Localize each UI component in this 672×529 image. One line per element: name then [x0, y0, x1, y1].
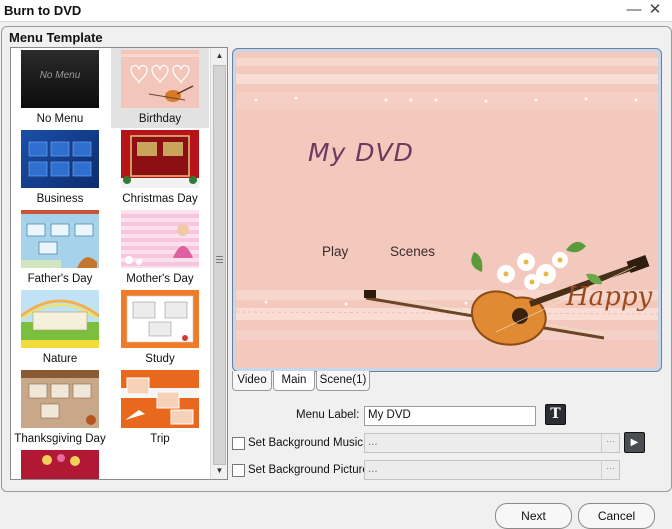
- template-label: Trip: [150, 433, 170, 445]
- template-label: Business: [36, 193, 84, 205]
- template-thumb-nature: [21, 290, 99, 348]
- preview-scenes-button[interactable]: Scenes: [390, 244, 435, 259]
- menu-template-title: Menu Template: [9, 30, 103, 45]
- template-thumb-no-menu: No Menu: [21, 50, 99, 108]
- bg-picture-label: Set Background Picture: [248, 464, 369, 476]
- scrollbar-grip-icon: [216, 256, 223, 263]
- template-thumb-thanksgiving: [21, 370, 99, 428]
- template-thumb-mothers-day: [121, 210, 199, 268]
- template-label: Thanksgiving Day: [14, 433, 106, 445]
- template-thumb-partial: [21, 450, 99, 479]
- template-nature[interactable]: Nature: [11, 288, 109, 368]
- template-list: No Menu No Menu Birthday Business Christ…: [10, 47, 228, 480]
- template-study[interactable]: Study: [111, 288, 209, 368]
- template-next-partial[interactable]: [11, 448, 109, 479]
- menu-label-input[interactable]: My DVD: [364, 406, 536, 426]
- template-label: Mother's Day: [126, 273, 194, 285]
- scrollbar-thumb[interactable]: [213, 65, 226, 465]
- tab-scene[interactable]: Scene(1): [316, 371, 370, 391]
- title-bar: Burn to DVD — ✕: [0, 0, 672, 22]
- preview-happy-text: Happy: [566, 282, 653, 312]
- tab-video[interactable]: Video: [232, 371, 272, 391]
- preview-background-art: [236, 52, 658, 368]
- template-label: Birthday: [138, 113, 182, 125]
- next-button[interactable]: Next: [495, 503, 572, 529]
- template-label: Nature: [42, 353, 78, 365]
- template-label: Study: [145, 353, 175, 365]
- template-thumb-fathers-day: [21, 210, 99, 268]
- bg-picture-path-input[interactable]: ... ···: [364, 460, 620, 480]
- template-thumb-business: [21, 130, 99, 188]
- bg-picture-browse-button[interactable]: ···: [601, 461, 619, 479]
- template-birthday[interactable]: Birthday: [111, 48, 209, 128]
- bg-music-browse-button[interactable]: ···: [601, 434, 619, 452]
- minimize-button[interactable]: —: [624, 1, 644, 19]
- template-label: Father's Day: [27, 273, 93, 285]
- template-no-menu[interactable]: No Menu No Menu: [11, 48, 109, 128]
- scroll-down-arrow-icon[interactable]: ▼: [211, 463, 228, 479]
- template-list-scrollbar[interactable]: ▲ ▼: [210, 48, 227, 479]
- preview-menu-title[interactable]: My DVD: [308, 138, 414, 167]
- bg-music-path-input[interactable]: ... ···: [364, 433, 620, 453]
- template-label: Christmas Day: [122, 193, 198, 205]
- template-thanksgiving-day[interactable]: Thanksgiving Day: [11, 368, 109, 448]
- no-menu-thumb-text: No Menu: [39, 70, 81, 81]
- template-thumb-birthday: [121, 50, 199, 108]
- template-christmas-day[interactable]: Christmas Day: [111, 128, 209, 208]
- template-thumb-christmas: [121, 130, 199, 188]
- template-business[interactable]: Business: [11, 128, 109, 208]
- cancel-button[interactable]: Cancel: [578, 503, 655, 529]
- bg-picture-checkbox[interactable]: [232, 464, 245, 477]
- template-thumb-trip: [121, 370, 199, 428]
- menu-label-caption: Menu Label:: [296, 409, 360, 421]
- window-title: Burn to DVD: [4, 3, 82, 18]
- menu-preview-frame: My DVD Play Scenes Happy: [232, 48, 662, 372]
- template-label: No Menu: [36, 113, 84, 125]
- template-trip[interactable]: Trip: [111, 368, 209, 448]
- text-format-button[interactable]: T: [545, 404, 566, 425]
- template-mothers-day[interactable]: Mother's Day: [111, 208, 209, 288]
- bg-music-play-icon[interactable]: ▶: [624, 432, 645, 453]
- template-thumb-study: [121, 290, 199, 348]
- bg-picture-path-value: ...: [368, 463, 378, 475]
- bg-music-checkbox[interactable]: [232, 437, 245, 450]
- bg-music-path-value: ...: [368, 436, 378, 448]
- tab-main[interactable]: Main: [273, 371, 315, 391]
- close-button[interactable]: ✕: [645, 1, 665, 19]
- menu-preview: My DVD Play Scenes Happy: [236, 52, 658, 368]
- bg-music-label: Set Background Music: [248, 437, 364, 449]
- template-fathers-day[interactable]: Father's Day: [11, 208, 109, 288]
- scroll-up-arrow-icon[interactable]: ▲: [211, 48, 228, 64]
- preview-play-button[interactable]: Play: [322, 244, 348, 259]
